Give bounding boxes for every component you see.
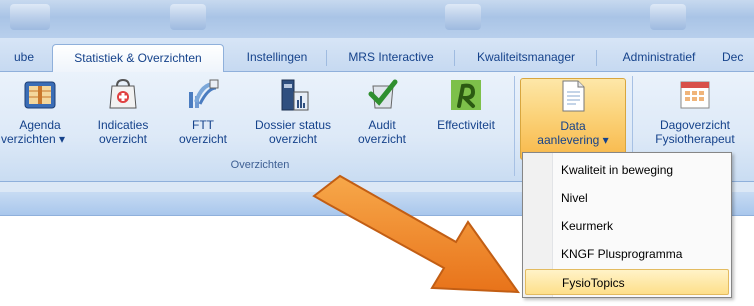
button-label: aanlevering ▾ — [537, 133, 609, 147]
button-label: Agenda — [19, 118, 61, 132]
tab-ube[interactable]: ube — [0, 44, 48, 72]
button-label: Fysiotherapeut — [655, 132, 735, 146]
ribbon-tab-bar: ube Statistiek & Overzichten Instellinge… — [0, 38, 754, 73]
dossier-status-overzicht-button[interactable]: Dossier status overzicht — [244, 78, 342, 160]
effectiviteit-icon — [451, 80, 481, 110]
button-label: verzichten ▾ — [0, 132, 66, 146]
button-label: overzicht — [357, 132, 407, 146]
menu-item-kngf-plusprogramma[interactable]: KNGF Plusprogramma — [525, 241, 729, 267]
button-label: Effectiviteit — [437, 118, 495, 132]
indicaties-overzicht-button[interactable]: Indicaties overzicht — [90, 78, 156, 160]
data-aanlevering-icon — [562, 80, 585, 112]
tab-statistiek-overzichten[interactable]: Statistiek & Overzichten — [52, 44, 224, 73]
button-label: Data — [560, 119, 586, 133]
ftt-icon — [189, 79, 219, 108]
tab-administratief[interactable]: Administratief — [604, 44, 714, 72]
button-label: overzicht — [268, 132, 318, 146]
audit-icon — [368, 79, 398, 109]
tab-mrs-interactive[interactable]: MRS Interactive — [332, 44, 450, 72]
dossier-status-icon — [281, 79, 309, 111]
button-label: overzicht — [98, 132, 148, 146]
indicaties-icon — [109, 78, 137, 109]
tab-kwaliteitsmanager[interactable]: Kwaliteitsmanager — [460, 44, 592, 72]
data-aanlevering-button[interactable]: Data aanlevering ▾ — [520, 78, 626, 160]
agenda-icon — [24, 81, 56, 109]
ftt-overzicht-button[interactable]: FTT overzicht — [168, 78, 238, 160]
tab-dec[interactable]: Dec — [722, 44, 754, 72]
tab-instellingen[interactable]: Instellingen — [232, 44, 322, 72]
button-label: Dossier status — [254, 118, 332, 132]
tab-separator — [326, 50, 327, 66]
effectiviteit-button[interactable]: Effectiviteit — [424, 78, 508, 160]
menu-item-nivel[interactable]: Nivel — [525, 185, 729, 211]
audit-overzicht-button[interactable]: Audit overzicht — [350, 78, 414, 160]
button-label: FTT — [192, 118, 214, 132]
title-bar — [0, 0, 754, 38]
dagoverzicht-icon — [680, 81, 710, 109]
quick-access-icon[interactable] — [445, 4, 481, 30]
menu-item-keurmerk[interactable]: Keurmerk — [525, 213, 729, 239]
tab-separator — [596, 50, 597, 66]
menu-item-kwaliteit-in-beweging[interactable]: Kwaliteit in beweging — [525, 157, 729, 183]
quick-access-icon[interactable] — [170, 4, 206, 30]
button-label: overzicht — [178, 132, 228, 146]
agenda-overzichten-button[interactable]: Agenda verzichten ▾ — [0, 78, 80, 160]
pointer-arrow-icon — [312, 174, 521, 294]
menu-item-fysiotopics[interactable]: FysioTopics — [525, 269, 729, 295]
quick-access-icon[interactable] — [10, 4, 50, 30]
dagoverzicht-fysiotherapeut-button[interactable]: Dagoverzicht Fysiotherapeut — [640, 78, 750, 160]
button-label: Indicaties — [97, 118, 149, 132]
quick-access-icon[interactable] — [650, 4, 686, 30]
button-label: Dagoverzicht — [659, 118, 731, 132]
tab-separator — [454, 50, 455, 66]
data-aanlevering-dropdown-menu: Kwaliteit in beweging Nivel Keurmerk KNG… — [522, 152, 732, 298]
button-label: Audit — [368, 118, 396, 132]
